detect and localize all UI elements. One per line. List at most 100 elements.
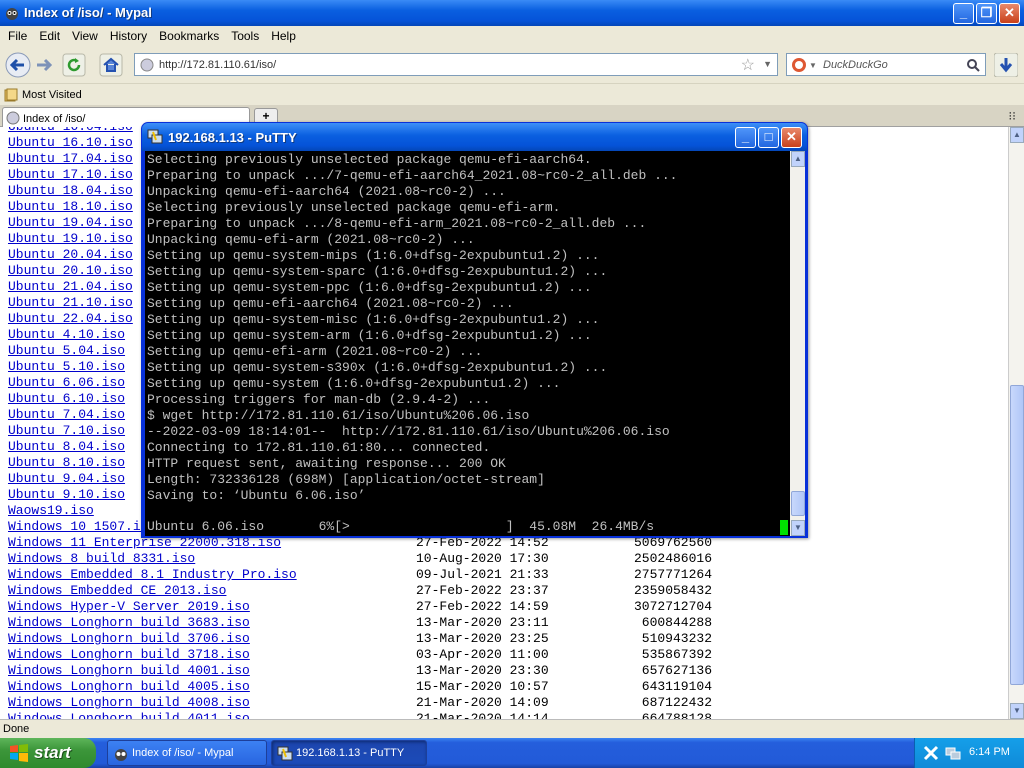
file-size: 643119104 — [641, 679, 712, 694]
menu-bookmarks[interactable]: Bookmarks — [155, 26, 227, 46]
putty-scroll-up-arrow-icon[interactable]: ▲ — [791, 151, 805, 167]
scroll-down-arrow-icon[interactable]: ▼ — [1010, 703, 1024, 719]
file-size: 2757771264 — [633, 567, 712, 582]
putty-titlebar[interactable]: 192.168.1.13 - PuTTY _ □ ✕ — [142, 123, 807, 151]
search-box[interactable]: ▼ DuckDuckGo — [786, 53, 986, 76]
file-link[interactable]: Ubuntu 8.04.iso — [8, 439, 125, 454]
listing-row: Windows Embedded CE 2013.iso 27-Feb-2022 … — [8, 583, 788, 599]
page-globe-icon — [6, 111, 20, 125]
windows-logo-icon — [10, 744, 28, 762]
file-link[interactable]: Ubuntu 9.10.iso — [8, 487, 125, 502]
file-link[interactable]: Ubuntu 4.10.iso — [8, 327, 125, 342]
file-link[interactable]: Windows Hyper-V Server 2019.iso — [8, 599, 250, 614]
putty-scrollbar-thumb[interactable] — [791, 491, 805, 516]
menu-help[interactable]: Help — [267, 26, 304, 46]
url-bar[interactable]: http://172.81.110.61/iso/ ☆ ▼ — [134, 53, 778, 76]
search-icon[interactable] — [966, 58, 980, 72]
bookmarks-bar: Most Visited — [0, 83, 1024, 105]
taskbar-item-putty[interactable]: 192.168.1.13 - PuTTY — [271, 740, 427, 766]
menu-view[interactable]: View — [68, 26, 106, 46]
menu-history[interactable]: History — [106, 26, 155, 46]
file-link[interactable]: Ubuntu 8.10.iso — [8, 455, 125, 470]
back-arrow-icon[interactable] — [4, 52, 32, 78]
search-engine-dropdown-icon[interactable]: ▼ — [809, 61, 817, 70]
forward-arrow-icon[interactable] — [34, 52, 56, 78]
status-text: Done — [3, 723, 30, 735]
file-link[interactable]: Ubuntu 6.10.iso — [8, 391, 125, 406]
putty-maximize-button[interactable]: □ — [758, 127, 779, 148]
file-link[interactable]: Ubuntu 6.06.iso — [8, 375, 125, 390]
terminal-screen[interactable]: Selecting previously unselected package … — [145, 151, 790, 536]
page-scrollbar[interactable]: ▲ ▼ — [1008, 127, 1024, 719]
file-link[interactable]: Ubuntu 19.04.iso — [8, 215, 133, 230]
reload-icon[interactable] — [62, 52, 86, 78]
listing-row: Windows 8 build 8331.iso 10-Aug-2020 17:3… — [8, 551, 788, 567]
file-link[interactable]: Ubuntu 20.04.iso — [8, 247, 133, 262]
file-link[interactable]: Windows Embedded CE 2013.iso — [8, 583, 226, 598]
close-button[interactable]: ✕ — [999, 3, 1020, 24]
file-link[interactable]: Ubuntu 21.04.iso — [8, 279, 133, 294]
network-tray-icon[interactable] — [945, 745, 961, 761]
putty-title: 192.168.1.13 - PuTTY — [168, 130, 297, 145]
file-link[interactable]: Ubuntu 22.04.iso — [8, 311, 133, 326]
file-link[interactable]: Windows Longhorn build 4005.iso — [8, 679, 250, 694]
file-link[interactable]: Ubuntu 7.10.iso — [8, 423, 125, 438]
file-link[interactable]: Ubuntu 7.04.iso — [8, 407, 125, 422]
menu-file[interactable]: File — [4, 26, 35, 46]
scroll-up-arrow-icon[interactable]: ▲ — [1010, 127, 1024, 143]
chevron-down-icon[interactable]: ▼ — [763, 59, 772, 69]
putty-scrollbar[interactable]: ▲ ▼ — [790, 151, 805, 536]
listing-row: Windows Longhorn build 4005.iso 15-Mar-20… — [8, 679, 788, 695]
file-link[interactable]: Windows 8 build 8331.iso — [8, 551, 195, 566]
putty-close-button[interactable]: ✕ — [781, 127, 802, 148]
menu-tools[interactable]: Tools — [227, 26, 267, 46]
file-link[interactable]: Ubuntu 21.10.iso — [8, 295, 133, 310]
file-link[interactable]: Windows Longhorn build 4011.iso — [8, 711, 250, 719]
scrollbar-thumb[interactable] — [1010, 385, 1024, 685]
file-link[interactable]: Ubuntu 16.04.iso — [8, 127, 133, 134]
bookmark-most-visited[interactable]: Most Visited — [4, 88, 82, 102]
file-link[interactable]: Windows Longhorn build 3706.iso — [8, 631, 250, 646]
file-link[interactable]: Waows19.iso — [8, 503, 94, 518]
file-link[interactable]: Ubuntu 18.10.iso — [8, 199, 133, 214]
mypal-logo-icon — [115, 749, 127, 761]
file-link[interactable]: Ubuntu 17.10.iso — [8, 167, 133, 182]
menu-edit[interactable]: Edit — [35, 26, 68, 46]
file-link[interactable]: Ubuntu 19.10.iso — [8, 231, 133, 246]
terminal-line: Setting up qemu-system-ppc (1:6.0+dfsg-2… — [147, 280, 592, 295]
maximize-button[interactable]: ❐ — [976, 3, 997, 24]
bookmark-star-icon[interactable]: ☆ — [741, 55, 755, 75]
start-button[interactable]: start — [0, 738, 96, 768]
taskbar-item-mypal[interactable]: Index of /iso/ - Mypal — [107, 740, 267, 766]
download-arrow-icon[interactable] — [994, 53, 1018, 77]
file-link[interactable]: Windows Longhorn build 4001.iso — [8, 663, 250, 678]
file-link[interactable]: Ubuntu 9.04.iso — [8, 471, 125, 486]
listing-row: Windows Longhorn build 3718.iso 03-Apr-20… — [8, 647, 788, 663]
file-link[interactable]: Windows Longhorn build 4008.iso — [8, 695, 250, 710]
file-link[interactable]: Windows Longhorn build 3718.iso — [8, 647, 250, 662]
file-link[interactable]: Windows Longhorn build 3683.iso — [8, 615, 250, 630]
home-icon[interactable] — [99, 52, 123, 78]
putty-minimize-button[interactable]: _ — [735, 127, 756, 148]
file-link[interactable]: Windows Embedded 8.1 Industry Pro.iso — [8, 567, 297, 582]
terminal-line: Setting up qemu-system-sparc (1:6.0+dfsg… — [147, 264, 608, 279]
duckduckgo-icon — [792, 58, 806, 72]
listing-row: Windows Longhorn build 4001.iso 13-Mar-20… — [8, 663, 788, 679]
status-bar: Done — [0, 719, 1024, 738]
file-link[interactable]: Ubuntu 18.04.iso — [8, 183, 133, 198]
file-link[interactable]: Ubuntu 16.10.iso — [8, 135, 133, 150]
taskbar-item-label: Index of /iso/ - Mypal — [132, 747, 234, 759]
file-link[interactable]: Ubuntu 17.04.iso — [8, 151, 133, 166]
file-link[interactable]: Ubuntu 5.10.iso — [8, 359, 125, 374]
file-link[interactable]: Windows 10 1507.iso — [8, 519, 156, 534]
terminal-line: Setting up qemu-system-mips (1:6.0+dfsg-… — [147, 248, 600, 263]
tab-list-icon[interactable]: ⁝⁝ — [1008, 109, 1016, 123]
minimize-button[interactable]: _ — [953, 3, 974, 24]
start-label: start — [34, 743, 71, 762]
url-text: http://172.81.110.61/iso/ — [159, 59, 277, 71]
x-app-tray-icon[interactable] — [923, 745, 941, 761]
file-link[interactable]: Ubuntu 20.10.iso — [8, 263, 133, 278]
file-link[interactable]: Ubuntu 5.04.iso — [8, 343, 125, 358]
putty-scroll-down-arrow-icon[interactable]: ▼ — [791, 520, 805, 536]
terminal-output: Selecting previously unselected package … — [147, 152, 790, 504]
